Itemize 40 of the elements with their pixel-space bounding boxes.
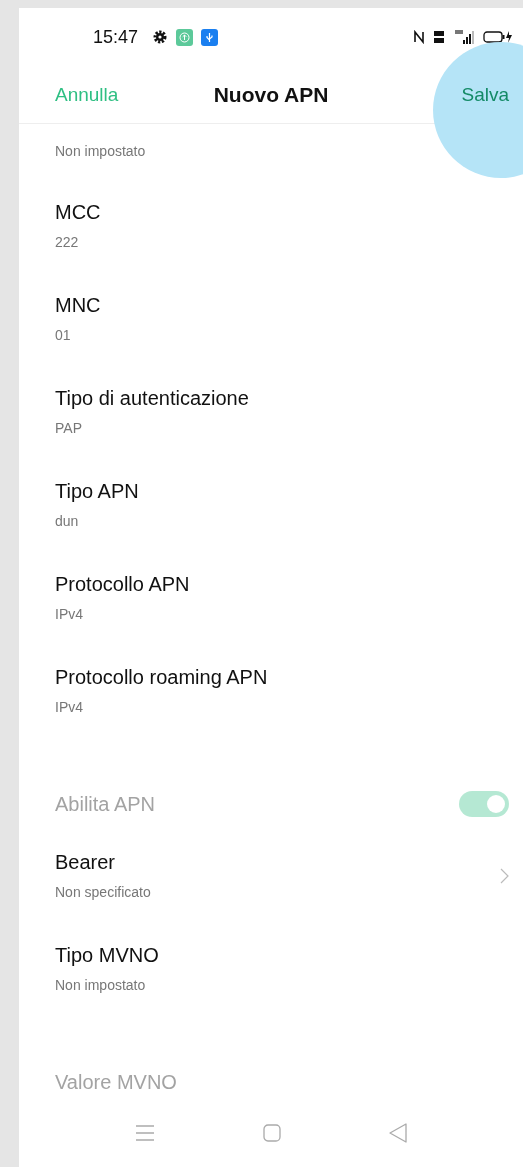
setting-row[interactable]: Protocollo roaming APN IPv4 <box>19 644 523 738</box>
usb-icon <box>201 28 219 46</box>
back-triangle-icon[interactable] <box>388 1123 408 1144</box>
setting-title: Tipo MVNO <box>55 943 160 969</box>
setting-row[interactable]: Tipo APN dun <box>19 458 523 552</box>
signal-icon <box>453 29 475 46</box>
setting-title: MCC <box>55 200 102 226</box>
setting-row[interactable]: Non impostato <box>19 124 523 180</box>
setting-title: MNC <box>55 293 102 319</box>
setting-row[interactable]: Protocollo APN IPv4 <box>19 551 523 645</box>
setting-value: dun <box>55 512 80 532</box>
setting-value: Non impostato <box>55 976 147 996</box>
setting-value: Non impostato <box>55 142 147 162</box>
setting-title: Abilita APN <box>55 792 157 818</box>
setting-title: Protocollo APN <box>55 572 191 598</box>
upload-app-icon <box>176 28 194 46</box>
setting-value: Non specificato <box>55 883 152 903</box>
setting-value: IPv4 <box>55 698 84 718</box>
nfc-icon <box>413 30 425 45</box>
setting-title: Protocollo roaming APN <box>55 665 269 691</box>
setting-value: 222 <box>55 233 80 253</box>
setting-title: Tipo di autenticazione <box>55 386 250 412</box>
setting-row[interactable]: MCC 222 <box>19 179 523 273</box>
setting-row[interactable]: Bearer Non specificato <box>19 829 523 923</box>
screen-title: Nuovo APN <box>213 82 329 107</box>
gear-icon <box>152 29 169 46</box>
setting-value: 01 <box>55 326 72 346</box>
setting-title: Tipo APN <box>55 479 140 505</box>
home-square-icon[interactable] <box>262 1124 281 1143</box>
setting-value: IPv4 <box>55 605 84 625</box>
menu-icon[interactable] <box>134 1124 155 1143</box>
setting-row[interactable]: MNC 01 <box>19 272 523 366</box>
setting-row[interactable]: Tipo di autenticazione PAP <box>19 365 523 459</box>
setting-row[interactable]: Tipo MVNO Non impostato <box>19 922 523 1016</box>
setting-title: Bearer <box>55 850 117 876</box>
setting-value: PAP <box>55 419 83 439</box>
battery-charging-icon <box>483 30 513 45</box>
chevron-right-icon <box>500 867 509 884</box>
setting-title: Valore MVNO <box>55 1070 178 1096</box>
status-time: 15:47 <box>93 26 139 48</box>
